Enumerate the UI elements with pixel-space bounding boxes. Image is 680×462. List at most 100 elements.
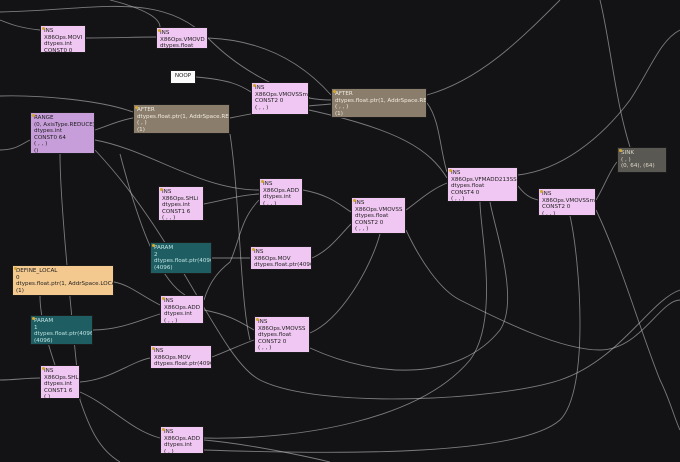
graph-node-ins-add-2[interactable]: INS X86Ops.ADD dtypes.int( , , ) — [160, 295, 204, 324]
graph-edge — [309, 233, 381, 334]
graph-edge — [405, 229, 680, 351]
node-label-line: PARAM — [34, 318, 54, 324]
graph-canvas: INS X86Ops.MOVI dtypes.int CONST0 0 INS X86Op… — [0, 0, 680, 462]
node-label-line: X86Ops.MOVI — [44, 34, 83, 41]
node-label-line: INS — [451, 170, 461, 176]
node-label-line: CONST1 6 — [162, 208, 191, 215]
node-label-line: dtypes.int — [164, 311, 193, 318]
node-label-line: X86Ops.VMOVD — [160, 36, 205, 43]
graph-edge — [94, 117, 134, 131]
node-label-line: CONST2 0 — [355, 219, 384, 226]
graph-edge — [109, 0, 161, 28]
node-label-line: X86Ops.ADD — [164, 304, 201, 311]
graph-node-ins-vfmadd[interactable]: INS X86Ops.VFMADD213SS dtypes.float CONST4 … — [447, 167, 518, 202]
node-label-line: dtypes.int — [44, 41, 73, 48]
graph-edge — [203, 193, 260, 205]
node-label-line: ( , ) — [137, 120, 147, 127]
node-badge-icon — [253, 84, 256, 87]
node-label-line: dtypes.float.ptr(1, AddrSpace.REG) — [335, 97, 427, 104]
node-badge-icon — [160, 188, 163, 191]
node-badge-icon — [32, 114, 35, 117]
node-label-line: dtypes.float.ptr(4096) — [254, 262, 312, 269]
node-label-line: ( , ) — [164, 448, 174, 454]
node-badge-icon — [256, 318, 259, 321]
node-label-line: ( , , ) — [258, 345, 272, 352]
node-label-line: ( , , ) — [162, 215, 176, 221]
graph-edge — [59, 153, 121, 462]
graph-node-ins-vmovss[interactable]: INS X86Ops.VMOVSS dtypes.float CONST2 0( , … — [351, 197, 406, 234]
node-badge-icon — [162, 428, 165, 431]
graph-node-param-1[interactable]: PARAM 1 dtypes.float.ptr(4096) (4096) — [30, 315, 93, 345]
node-label-line: CONST0 0 — [44, 47, 73, 53]
node-label-line: CONST2 0 — [255, 98, 284, 105]
node-badge-icon — [162, 297, 165, 300]
graph-node-ins-movi[interactable]: INS X86Ops.MOVI dtypes.int CONST0 0 — [40, 25, 86, 53]
node-label-line: X86Ops.VMOVSS — [258, 325, 306, 332]
node-label-line: dtypes.float.ptr(4096) — [154, 258, 212, 265]
node-badge-icon — [252, 248, 255, 251]
graph-node-range[interactable]: RANGE (0, AxisType.REDUCE) dtypes.int CONST… — [30, 112, 95, 154]
node-label-line: ( , ) — [621, 156, 631, 163]
node-label-line: INS — [164, 429, 174, 435]
node-label-line: dtypes.int — [34, 128, 63, 135]
node-label-line: INS — [164, 298, 174, 304]
graph-edge — [599, 0, 631, 148]
node-label-line: 0 — [16, 274, 20, 281]
node-badge-icon — [540, 190, 543, 193]
node-label-line: ( ) — [44, 394, 51, 399]
node-label-line: (0, 64), (64) — [621, 163, 655, 170]
graph-edge — [308, 97, 332, 101]
node-label-line: 1 — [34, 324, 38, 331]
node-label-line: dtypes.float — [355, 213, 389, 220]
node-label-line: CONST0 64 — [34, 134, 66, 141]
graph-node-ins-add-1[interactable]: INS X86Ops.ADD dtypes.int( , , ) — [259, 178, 303, 206]
edge-layer — [0, 0, 680, 462]
graph-node-ins-vmovssm-right[interactable]: INS X86Ops.VMOVSSm CONST2 0( , , ) — [538, 188, 596, 216]
node-label-line: INS — [255, 85, 265, 91]
graph-edge — [308, 109, 448, 179]
node-label-line: dtypes.float.ptr(1, AddrSpace.LOCAL) — [16, 281, 114, 288]
node-label-line: ( , , ) — [335, 104, 349, 111]
graph-node-param-2[interactable]: PARAM 2 dtypes.float.ptr(4096) (4096) — [150, 242, 212, 274]
node-label-line: INS — [154, 348, 164, 354]
graph-node-ins-vmovd[interactable]: INS X86Ops.VMOVD dtypes.float — [156, 27, 208, 49]
graph-node-ins-add-3[interactable]: INS X86Ops.ADD dtypes.int( , ) — [160, 426, 204, 454]
graph-node-after-1[interactable]: AFTER dtypes.float.ptr(1, AddrSpace.REG)(… — [133, 104, 230, 134]
node-label-line: SINK — [621, 150, 635, 156]
graph-node-ins-shli-1[interactable]: INS X86Ops.SHLi dtypes.int CONST1 6( , , ) — [158, 186, 204, 221]
node-badge-icon — [152, 244, 155, 247]
graph-edge — [595, 209, 680, 431]
node-label-line: PARAM — [154, 245, 174, 251]
node-label-line: dtypes.int — [263, 194, 292, 201]
graph-node-ins-mov-2[interactable]: INS X86Ops.MOV dtypes.float.ptr(4096) — [150, 345, 212, 369]
node-label-line: ( , , ) — [355, 226, 369, 233]
node-label-line: NOOP — [174, 73, 192, 79]
graph-node-ins-shli-2[interactable]: INS X86Ops.SHLi dtypes.int CONST1 6( ) — [40, 365, 80, 399]
node-badge-icon — [42, 367, 45, 370]
node-badge-icon — [449, 169, 452, 172]
node-label-line: AFTER — [137, 107, 155, 113]
graph-edge — [405, 182, 448, 211]
graph-node-ins-vmovss-2[interactable]: INS X86Ops.VMOVSS dtypes.float CONST2 0( , … — [254, 316, 310, 353]
node-label-line: CONST4 0 — [451, 189, 480, 196]
node-label-line: INS — [263, 181, 273, 187]
node-label-line: dtypes.float — [451, 183, 485, 190]
graph-edge — [302, 189, 352, 213]
node-label-line: RANGE — [34, 115, 54, 121]
node-label-line: (1) — [137, 126, 145, 133]
node-badge-icon — [353, 199, 356, 202]
graph-node-noop[interactable]: NOOP — [170, 70, 196, 84]
node-label-line: 2 — [154, 251, 158, 258]
graph-node-sink[interactable]: SINK( , ) (0, 64), (64) — [617, 147, 667, 173]
graph-node-ins-vmovssm-top[interactable]: INS X86Ops.VMOVSSm CONST2 0( , , ) — [251, 82, 309, 115]
node-label-line: X86Ops.ADD — [164, 435, 201, 442]
node-label-line: INS — [44, 368, 54, 374]
graph-node-ins-mov-1[interactable]: INS X86Ops.MOV dtypes.float.ptr(4096) — [250, 246, 312, 270]
node-badge-icon — [32, 317, 35, 320]
node-label-line: INS — [160, 30, 170, 36]
node-badge-icon — [135, 106, 138, 109]
graph-node-after-2[interactable]: AFTER dtypes.float.ptr(1, AddrSpace.REG)(… — [331, 88, 427, 118]
graph-node-define-local[interactable]: DEFINE_LOCAL 0 dtypes.float.ptr(1, AddrSpa… — [12, 265, 114, 296]
graph-edge — [229, 133, 251, 341]
node-label-line: (1) — [335, 110, 343, 117]
